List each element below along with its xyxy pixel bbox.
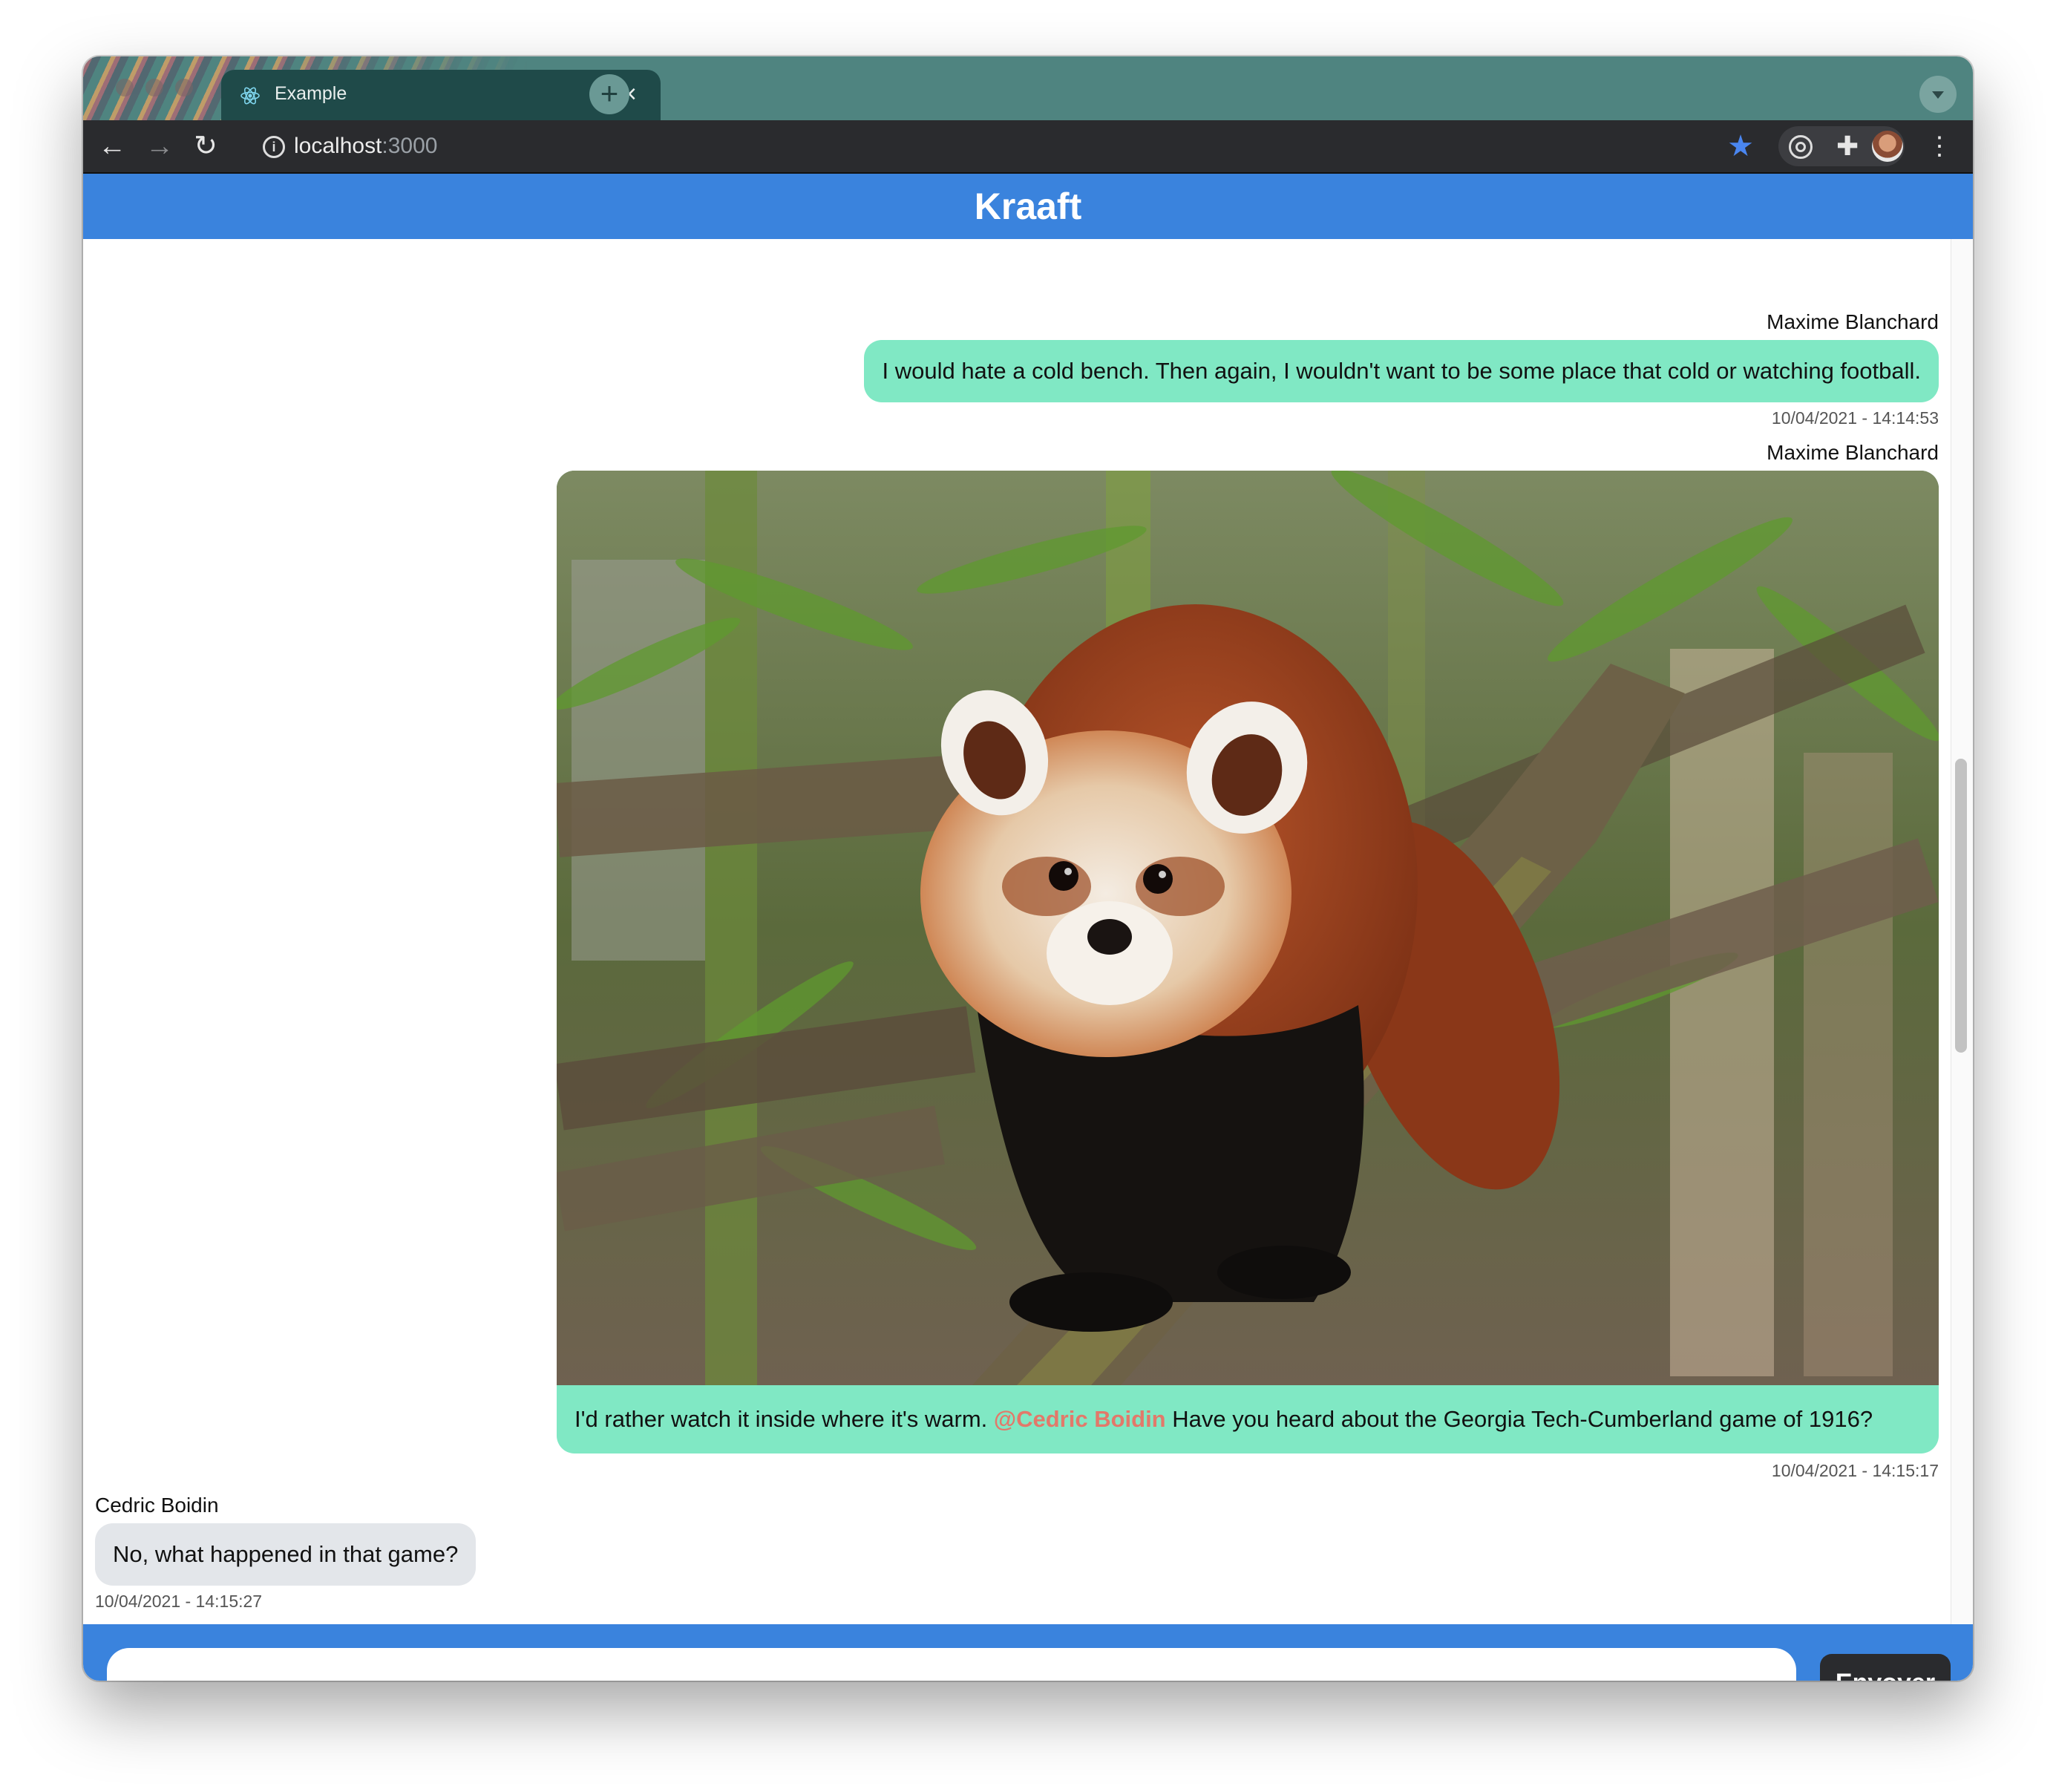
message-author: Cedric Boidin — [95, 1494, 219, 1517]
browser-window: Example × + ← → ↻ i localhost:3000 ★ ✚ ⋮… — [83, 56, 1973, 1681]
address-bar[interactable]: i localhost:3000 — [255, 126, 1829, 166]
message-list: Maxime Blanchard I would hate a cold ben… — [83, 239, 1973, 1624]
puzzle-icon[interactable]: ✚ — [1836, 131, 1859, 162]
caption-text-end: Have you heard about the Georgia Tech-Cu… — [1165, 1406, 1873, 1432]
message-author: Maxime Blanchard — [1767, 310, 1939, 333]
zoom-window-button[interactable] — [175, 79, 193, 97]
send-button[interactable]: Envoyer — [1820, 1654, 1951, 1681]
browser-toolbar: ← → ↻ i localhost:3000 ★ ✚ ⋮ — [83, 120, 1973, 174]
bookmark-star-icon[interactable]: ★ — [1722, 128, 1759, 165]
app-title: Kraaft — [974, 186, 1082, 227]
message-timestamp: 10/04/2021 - 14:15:17 — [1771, 1461, 1939, 1480]
composer: Envoyer — [83, 1624, 1973, 1681]
tab-title: Example — [275, 83, 347, 104]
user-mention-link[interactable]: @Cedric Boidin — [994, 1406, 1166, 1432]
close-window-button[interactable] — [116, 79, 134, 97]
app-header: Kraaft — [83, 174, 1973, 239]
back-arrow-icon[interactable]: ← — [94, 128, 131, 165]
extensions-group: ✚ — [1778, 126, 1905, 166]
url-host: localhost — [294, 134, 382, 158]
caption-text-start: I'd rather watch it inside where it's wa… — [574, 1406, 994, 1432]
image-caption: I'd rather watch it inside where it's wa… — [557, 1385, 1939, 1453]
message-timestamp: 10/04/2021 - 14:14:53 — [1771, 408, 1939, 428]
message-timestamp: 10/04/2021 - 14:15:27 — [95, 1592, 263, 1611]
url-text: localhost:3000 — [294, 134, 437, 159]
forward-arrow-icon[interactable]: → — [141, 128, 178, 165]
red-panda-photo[interactable] — [557, 471, 1939, 1385]
profile-avatar[interactable] — [1872, 131, 1903, 162]
message-author: Maxime Blanchard — [1767, 441, 1939, 464]
url-port: :3000 — [382, 134, 438, 158]
tab-strip: Example × + — [83, 56, 1973, 120]
target-extension-icon[interactable] — [1789, 135, 1813, 159]
tab-search-button[interactable] — [1919, 76, 1957, 113]
image-message-bubble: I'd rather watch it inside where it's wa… — [557, 471, 1939, 1453]
message-bubble: No, what happened in that game? — [95, 1523, 477, 1586]
composer-bar: Envoyer — [83, 1624, 1973, 1681]
minimize-window-button[interactable] — [145, 79, 163, 97]
message-bubble: I would hate a cold bench. Then again, I… — [864, 340, 1939, 402]
message-input[interactable] — [107, 1648, 1796, 1681]
info-icon[interactable]: i — [263, 136, 285, 158]
react-icon — [240, 87, 260, 105]
scrollbar-thumb[interactable] — [1955, 759, 1967, 1053]
new-tab-button[interactable]: + — [589, 74, 629, 114]
menu-kebab-icon[interactable]: ⋮ — [1927, 128, 1952, 165]
reload-icon[interactable]: ↻ — [187, 128, 224, 165]
